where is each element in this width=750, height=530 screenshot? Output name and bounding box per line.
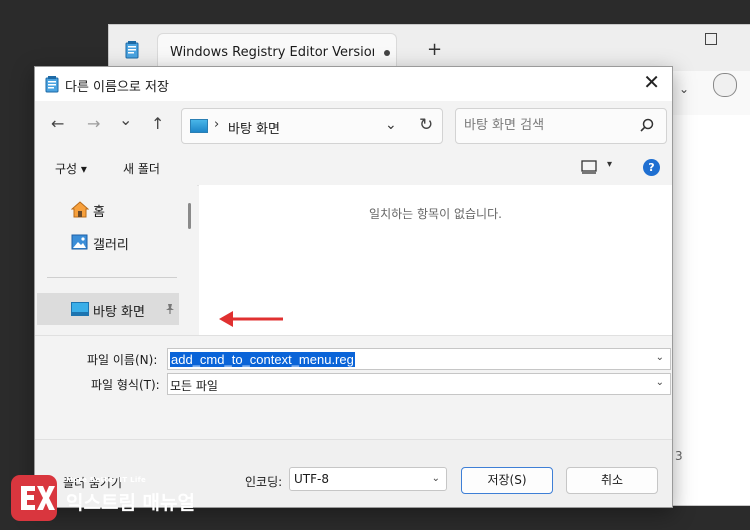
filename-label: 파일 이름(N):: [87, 353, 158, 367]
refresh-button[interactable]: ↻: [419, 115, 433, 135]
gallery-icon: [71, 234, 88, 250]
notepad-icon: [125, 41, 139, 59]
home-icon: [71, 201, 89, 218]
cancel-button[interactable]: 취소: [566, 467, 658, 494]
filename-value[interactable]: add_cmd_to_context_menu.reg: [170, 352, 355, 367]
view-dropdown-button[interactable]: ▾: [607, 159, 612, 170]
address-separator: ›: [214, 117, 220, 132]
notepad-titlebar: Windows Registry Editor Version 5.0 +: [109, 25, 750, 71]
new-folder-button[interactable]: 새 폴더: [123, 160, 160, 177]
logo-subtitle: More Better IT Life: [66, 476, 146, 484]
chevron-down-icon[interactable]: ⌄: [679, 82, 689, 96]
encoding-dropdown-button[interactable]: ⌄: [432, 473, 440, 484]
dialog-titlebar: 다른 이름으로 저장 ✕: [35, 67, 672, 101]
user-icon[interactable]: [713, 73, 737, 97]
nav-divider: [47, 277, 177, 278]
navigation-pane: 홈 갤러리 바탕 화면: [35, 185, 181, 335]
up-button[interactable]: ↑: [151, 116, 164, 132]
close-button[interactable]: ✕: [643, 72, 660, 92]
nav-item-label: 홈: [93, 205, 105, 220]
pin-icon[interactable]: [165, 303, 175, 315]
filetype-label: 파일 형식(T):: [91, 378, 160, 392]
back-button[interactable]: ←: [51, 116, 64, 132]
notepad-tab-title: Windows Registry Editor Version 5.0: [170, 45, 374, 60]
encoding-label: 인코딩:: [245, 475, 283, 489]
unsaved-dot-icon: [384, 50, 390, 56]
empty-message: 일치하는 항목이 없습니다.: [369, 207, 502, 221]
recent-locations-button[interactable]: ⌄: [119, 112, 132, 128]
forward-button[interactable]: →: [87, 116, 100, 132]
desktop-folder-icon: [71, 302, 89, 316]
desktop-folder-icon: [190, 119, 208, 133]
search-icon[interactable]: [640, 118, 654, 132]
status-text: 3: [675, 449, 683, 463]
filename-dropdown-button[interactable]: ⌄: [656, 352, 664, 363]
address-path[interactable]: 바탕 화면: [228, 118, 280, 137]
filetype-dropdown-button[interactable]: ⌄: [656, 377, 664, 388]
filetype-select[interactable]: 모든 파일 ⌄: [167, 373, 671, 395]
save-as-dialog: 다른 이름으로 저장 ✕ ← → ⌄ ↑ › 바탕 화면 ⌄ ↻ 구성 ▾ 새 …: [34, 66, 673, 508]
scrollbar-thumb[interactable]: [188, 203, 191, 229]
encoding-select[interactable]: UTF-8 ⌄: [289, 467, 447, 491]
logo-badge-icon: [10, 474, 58, 522]
nav-item-label: 바탕 화면: [93, 305, 145, 320]
view-options-icon[interactable]: [581, 160, 597, 174]
maximize-icon[interactable]: [705, 33, 717, 45]
search-box: [455, 108, 667, 144]
nav-item-desktop[interactable]: 바탕 화면: [37, 293, 179, 325]
filename-input[interactable]: add_cmd_to_context_menu.reg ⌄: [167, 348, 671, 370]
watermark-logo: More Better IT Life 익스트림 매뉴얼: [10, 474, 228, 526]
notepad-icon: [45, 76, 59, 93]
save-button[interactable]: 저장(S): [461, 467, 553, 494]
logo-title: 익스트림 매뉴얼: [66, 492, 195, 514]
search-input[interactable]: [462, 117, 636, 134]
address-bar[interactable]: › 바탕 화면 ⌄ ↻: [181, 108, 443, 144]
dialog-title: 다른 이름으로 저장: [65, 80, 169, 95]
navigation-bar: ← → ⌄ ↑ › 바탕 화면 ⌄ ↻: [35, 101, 672, 151]
address-dropdown-button[interactable]: ⌄: [385, 117, 397, 133]
dialog-toolbar: 구성 ▾ 새 폴더 ▾ ?: [35, 151, 672, 186]
new-tab-button[interactable]: +: [427, 39, 442, 60]
help-button[interactable]: ?: [643, 159, 660, 176]
filetype-value: 모든 파일: [170, 379, 218, 393]
organize-button[interactable]: 구성 ▾: [55, 160, 87, 177]
annotation-arrow-icon: [195, 310, 285, 331]
nav-item-label: 갤러리: [93, 238, 129, 253]
encoding-value: UTF-8: [294, 472, 329, 486]
file-form: 파일 이름(N): add_cmd_to_context_menu.reg ⌄ …: [35, 335, 672, 440]
